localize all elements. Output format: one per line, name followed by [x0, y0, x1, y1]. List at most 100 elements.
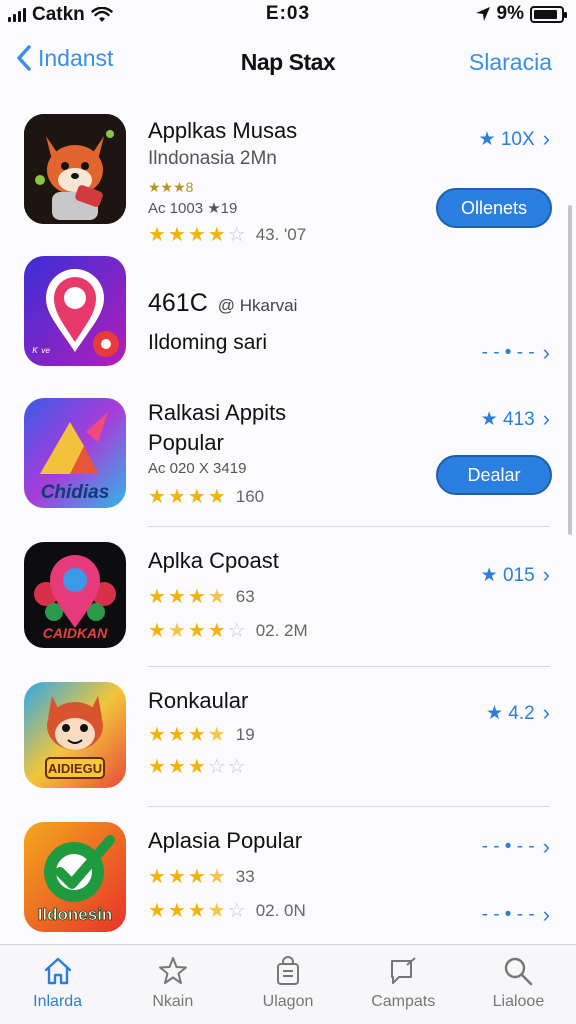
app-subtitle: Ildoming sari: [148, 331, 268, 354]
app-icon-cartoon[interactable]: AIDIEGU: [24, 682, 126, 788]
price-label: ★ 015: [480, 564, 535, 586]
app-info-1: Applkas Musas Ilndonasia 2Mn ★★★8 Ac 100…: [148, 116, 306, 246]
app-price[interactable]: ★ 10X ›: [479, 126, 550, 152]
divider: [148, 806, 550, 807]
tab-home[interactable]: Inlarda: [0, 945, 115, 1024]
price-label: ★ 4.2: [485, 702, 535, 724]
rating-count-2: 02. 2M: [255, 621, 308, 640]
app-info-4: Aplka Cpoast ★ ★ ★ ★ 63 ★ ★ ★ ★ ☆ 02. 2M: [148, 546, 308, 642]
chevron-right-icon: ›: [542, 834, 550, 859]
scrollbar[interactable]: [568, 205, 572, 535]
app-info-6: Aplasia Popular ★ ★ ★ ★ 33 ★ ★ ★ ★ ☆ 02. 0N: [148, 826, 306, 922]
rating-stars: ★ ★ ★ ★ 19: [148, 724, 255, 746]
chevron-right-icon: ›: [542, 700, 550, 725]
search-icon: [505, 957, 533, 986]
app-price[interactable]: - - • - - ›: [482, 834, 550, 860]
rating-stars-2: ★ ★ ★ ★ ☆ 02. 2M: [148, 620, 308, 642]
app-meta: ★★★8: [148, 179, 194, 195]
navigation-bar: Indanst Nap Stax Slaracia: [0, 36, 576, 88]
nav-action-button[interactable]: Slaracia: [469, 49, 552, 76]
app-meta-2: Ac 1003 ★19: [148, 200, 238, 217]
chevron-right-icon: ›: [542, 340, 550, 365]
app-icon-map-pin[interactable]: ᴷ ᵛᵉ: [24, 256, 126, 366]
chat-icon: [391, 957, 416, 984]
rating-count: 43. '07: [255, 225, 307, 244]
tab-featured[interactable]: Nkain: [115, 945, 230, 1024]
app-icon-check[interactable]: Ildonesin: [24, 822, 126, 932]
app-icon-pin-flowers[interactable]: CAIDKAN: [24, 542, 126, 648]
battery-icon: [530, 5, 567, 23]
svg-text:ᴷ ᵛᵉ: ᴷ ᵛᵉ: [32, 345, 50, 359]
status-right: 9%: [475, 3, 567, 25]
price-label: - - • - -: [481, 836, 535, 857]
price-label: - - • - -: [481, 342, 535, 363]
app-name: 461C: [148, 289, 208, 317]
app-row-6[interactable]: Ildonesin Aplasia Popular ★ ★ ★ ★ 33 ★ ★ ★ ★ ☆ …: [0, 822, 576, 934]
bag-icon: [277, 956, 299, 985]
tab-store[interactable]: Ulagon: [230, 945, 345, 1024]
app-info-5: Ronkaular ★ ★ ★ ★ 19 ★ ★ ★ ☆ ☆: [148, 686, 255, 778]
tab-chat[interactable]: Campats: [346, 945, 461, 1024]
tab-label: Lialooe: [492, 993, 545, 1010]
app-row-1[interactable]: Applkas Musas Ilndonasia 2Mn ★★★8 Ac 100…: [0, 114, 576, 246]
chevron-right-icon: ›: [542, 902, 550, 927]
rating-count: 63: [235, 587, 255, 606]
star-icon: [158, 957, 187, 984]
divider: [148, 526, 550, 527]
app-info-3: Ralkasi Appits Popular Ac 020 X 3419 ★ ★ ★…: [148, 398, 286, 508]
price-label: ★ 413: [480, 408, 535, 430]
app-price[interactable]: - - • - - ›: [482, 340, 550, 366]
app-icon-triangle[interactable]: Chidias: [24, 398, 126, 508]
rating-count: 160: [235, 487, 265, 506]
icon-label: AIDIEGU: [48, 761, 102, 776]
app-name: Applkas Musas: [148, 118, 298, 143]
rating-count: 19: [235, 725, 255, 744]
app-row-2[interactable]: ᴷ ᵛᵉ 461C @ Hkarvai Ildoming sari - - • …: [0, 256, 576, 376]
price-label: ★ 10X: [478, 128, 535, 150]
app-row-3[interactable]: Chidias Ralkasi Appits Popular Ac 020 X …: [0, 398, 576, 516]
app-meta: Ac 020 X 3419: [148, 460, 247, 477]
app-row-4[interactable]: CAIDKAN Aplka Cpoast ★ ★ ★ ★ 63 ★ ★ ★ ★ ☆ 02. 2…: [0, 542, 576, 654]
rating-stars-2: ★ ★ ★ ☆ ☆: [148, 756, 246, 778]
tab-label: Ulagon: [262, 993, 314, 1010]
get-button[interactable]: Dealar: [436, 455, 552, 495]
app-price[interactable]: ★ 413 ›: [481, 406, 550, 432]
chevron-right-icon: ›: [542, 406, 550, 431]
rating-count-2: 02. 0N: [255, 901, 306, 920]
more-label: - - • - -: [481, 904, 535, 925]
battery-percent: 9%: [496, 3, 524, 24]
tab-bar: Inlarda Nkain Ulagon Campats Lialooe: [0, 944, 576, 1024]
app-name-line-2: Popular: [148, 430, 224, 455]
location-icon: [475, 7, 490, 21]
app-price[interactable]: ★ 015 ›: [481, 562, 550, 588]
status-bar: Catkn E:03 9%: [0, 0, 576, 28]
app-name: Aplka Cpoast: [148, 548, 279, 573]
app-name: Aplasia Popular: [148, 828, 303, 853]
rating-stars: ★ ★ ★ ★ 160: [148, 486, 265, 508]
tab-search[interactable]: Lialooe: [461, 945, 576, 1024]
app-row-5[interactable]: AIDIEGU Ronkaular ★ ★ ★ ★ 19 ★ ★ ★ ☆ ☆ ★ 4.2 ›: [0, 682, 576, 794]
tab-label: Campats: [371, 993, 436, 1010]
rating-stars-2: ★ ★ ★ ★ ☆ 02. 0N: [148, 900, 306, 922]
app-name: Ralkasi Appits: [148, 400, 287, 425]
open-button[interactable]: Ollenets: [436, 188, 552, 228]
rating-count: 33: [235, 867, 255, 886]
rating-stars: ★ ★ ★ ★ 63: [148, 586, 255, 608]
home-icon: [44, 957, 71, 985]
app-icon-fox[interactable]: [24, 114, 126, 224]
app-price[interactable]: ★ 4.2 ›: [486, 700, 550, 726]
divider: [148, 666, 550, 667]
chevron-right-icon: ›: [542, 126, 550, 151]
tab-label: Nkain: [152, 993, 194, 1010]
icon-label: Ildonesin: [38, 905, 113, 924]
app-info-2: 461C @ Hkarvai Ildoming sari: [148, 288, 297, 358]
icon-label: Chidias: [41, 482, 110, 503]
icon-label: CAIDKAN: [43, 625, 108, 641]
app-more[interactable]: - - • - - ›: [482, 902, 550, 928]
rating-stars: ★ ★ ★ ★ 33: [148, 866, 255, 888]
app-subtitle: Ilndonasia 2Mn: [148, 148, 277, 169]
app-developer: @ Hkarvai: [217, 296, 298, 315]
app-name: Ronkaular: [148, 688, 249, 713]
chevron-right-icon: ›: [542, 562, 550, 587]
tab-label: Inlarda: [33, 993, 83, 1010]
